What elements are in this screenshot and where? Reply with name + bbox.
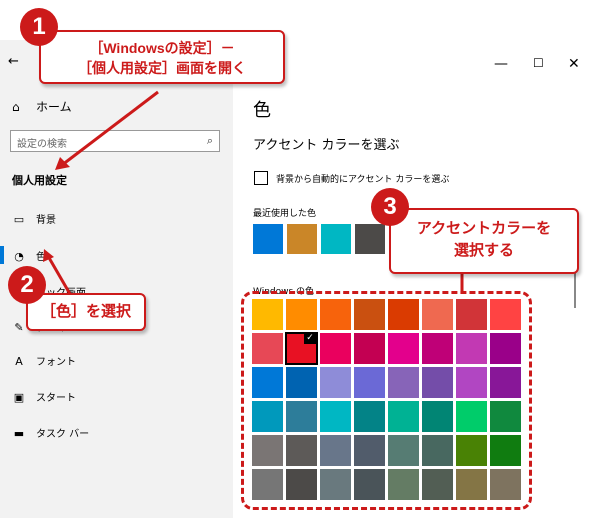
callout-open-settings: ［Windowsの設定］－ ［個人用設定］画面を開く — [39, 30, 285, 84]
callout-line: アクセントカラーを — [416, 220, 552, 237]
callout-select-accent: アクセントカラーを 選択する — [389, 208, 579, 274]
step-badge-3: 3 — [371, 188, 409, 226]
callout-select-color: ［色］を選択 — [26, 293, 146, 331]
step-badge-2: 2 — [8, 266, 46, 304]
callout-line: ［Windowsの設定］－ — [89, 40, 235, 56]
callout-line: ［個人用設定］画面を開く — [78, 60, 246, 76]
step-badge-1: 1 — [20, 8, 58, 46]
callout-line: 選択する — [453, 242, 514, 259]
